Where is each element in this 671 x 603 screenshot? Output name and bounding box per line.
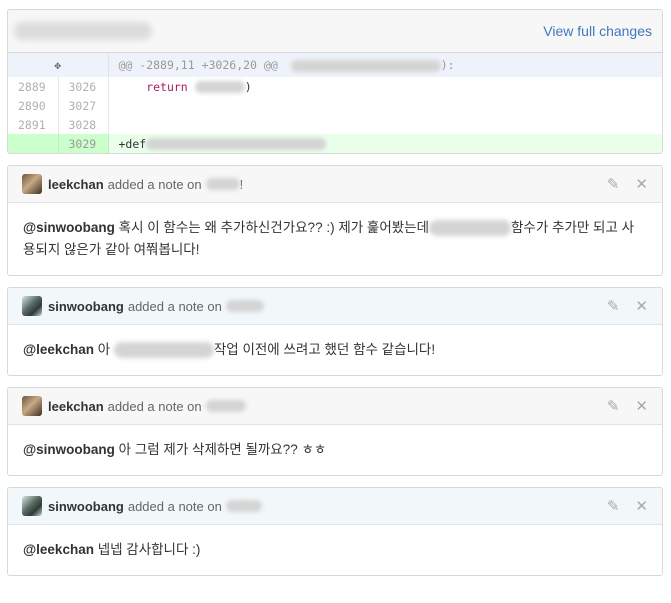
note-text: 아 <box>93 342 114 357</box>
close-icon[interactable]: ✕ <box>635 299 648 314</box>
view-full-changes-link[interactable]: View full changes <box>543 23 652 39</box>
note-text: 작업 이전에 쓰려고 했던 함수 같습니다! <box>213 342 436 357</box>
redacted-note-target <box>225 500 262 512</box>
avatar[interactable] <box>22 296 42 316</box>
redacted-text <box>113 342 214 359</box>
close-icon[interactable]: ✕ <box>635 177 648 192</box>
diff-file: View full changes ✥ @@ -2889,11 +3026,20… <box>7 9 663 154</box>
note-body: @leekchan 넵넵 감사합니다 :) <box>8 525 662 575</box>
note-author[interactable]: leekchan <box>48 177 104 192</box>
user-mention[interactable]: @leekchan <box>23 342 94 357</box>
hunk-header: @@ -2889,11 +3026,20 @@ ): <box>108 53 662 77</box>
note-header: sinwoobang added a note on ✎ ✕ <box>8 488 662 525</box>
pencil-icon[interactable]: ✎ <box>607 299 620 314</box>
note-body: @leekchan 아 작업 이전에 쓰려고 했던 함수 같습니다! <box>8 325 662 375</box>
note-header: leekchan added a note on ! ✎ ✕ <box>8 166 662 203</box>
hunk-header-row: ✥ @@ -2889,11 +3026,20 @@ ): <box>8 53 662 77</box>
diff-table: ✥ @@ -2889,11 +3026,20 @@ ): 2889 3026 r… <box>8 53 662 153</box>
diff-line: 2890 3027 <box>8 96 662 115</box>
note-action: added a note on <box>127 498 222 514</box>
old-line-number[interactable]: 2890 <box>8 96 59 115</box>
note-author[interactable]: sinwoobang <box>48 499 124 514</box>
note-body: @sinwoobang 아 그럼 제가 삭제하면 될까요?? ㅎㅎ <box>8 425 662 475</box>
close-icon[interactable]: ✕ <box>635 499 648 514</box>
note-card: sinwoobang added a note on ✎ ✕ @leekchan… <box>7 487 663 576</box>
note-card: leekchan added a note on ✎ ✕ @sinwoobang… <box>7 387 663 476</box>
old-line-number[interactable]: 2889 <box>8 77 59 96</box>
pencil-icon[interactable]: ✎ <box>607 177 620 192</box>
code-line <box>108 96 662 115</box>
hunk-range: @@ -2889,11 +3026,20 @@ <box>118 58 278 72</box>
new-line-number[interactable]: 3028 <box>58 115 109 134</box>
redacted-code <box>194 81 245 93</box>
note-author[interactable]: leekchan <box>48 399 104 414</box>
close-icon[interactable]: ✕ <box>635 399 648 414</box>
note-card: sinwoobang added a note on ✎ ✕ @leekchan… <box>7 287 663 376</box>
user-mention[interactable]: @sinwoobang <box>23 442 115 457</box>
pencil-icon[interactable]: ✎ <box>607 499 620 514</box>
diff-line-added: 3029 +def <box>8 134 662 153</box>
code-line <box>108 115 662 134</box>
diff-line: 2889 3026 return ) <box>8 77 662 96</box>
redacted-text <box>429 220 512 237</box>
diff-line: 2891 3028 <box>8 115 662 134</box>
note-text: 혹시 이 함수는 왜 추가하신건가요?? :) 제가 훑어봤는데 <box>114 220 430 235</box>
user-mention[interactable]: @leekchan <box>23 542 94 557</box>
note-action: added a note on <box>127 298 222 314</box>
note-text: 아 그럼 제가 삭제하면 될까요?? ㅎㅎ <box>114 442 327 457</box>
code-keyword: return <box>118 79 188 94</box>
pencil-icon[interactable]: ✎ <box>607 399 620 414</box>
old-line-number[interactable]: 2891 <box>8 115 59 134</box>
redacted-note-target <box>225 300 264 312</box>
added-code-prefix: +def <box>118 136 147 151</box>
redacted-note-target <box>205 400 246 412</box>
note-action: added a note on <box>107 398 202 414</box>
note-header: sinwoobang added a note on ✎ ✕ <box>8 288 662 325</box>
note-card: leekchan added a note on ! ✎ ✕ @sinwooba… <box>7 165 663 276</box>
redacted-note-target <box>205 178 240 190</box>
avatar[interactable] <box>22 174 42 194</box>
new-line-number[interactable]: 3026 <box>58 77 109 96</box>
merge-request-discussion: View full changes ✥ @@ -2889,11 +3026,20… <box>7 9 663 576</box>
new-line-number[interactable]: 3027 <box>58 96 109 115</box>
code-line: return ) <box>118 79 252 94</box>
redacted-function-name <box>290 59 441 72</box>
avatar[interactable] <box>22 396 42 416</box>
old-line-number[interactable] <box>8 134 59 153</box>
redacted-file-name <box>14 22 152 40</box>
diff-file-header: View full changes <box>8 10 662 53</box>
avatar[interactable] <box>22 496 42 516</box>
note-author[interactable]: sinwoobang <box>48 299 124 314</box>
note-body: @sinwoobang 혹시 이 함수는 왜 추가하신건가요?? :) 제가 훑… <box>8 203 662 275</box>
redacted-code <box>146 138 327 150</box>
note-action: added a note on <box>107 176 202 192</box>
new-line-number[interactable]: 3029 <box>58 134 109 153</box>
expand-icon[interactable]: ✥ <box>8 53 109 77</box>
code-line: +def <box>108 134 662 153</box>
note-text: 넵넵 감사합니다 :) <box>93 542 201 557</box>
note-header: leekchan added a note on ✎ ✕ <box>8 388 662 425</box>
user-mention[interactable]: @sinwoobang <box>23 220 115 235</box>
